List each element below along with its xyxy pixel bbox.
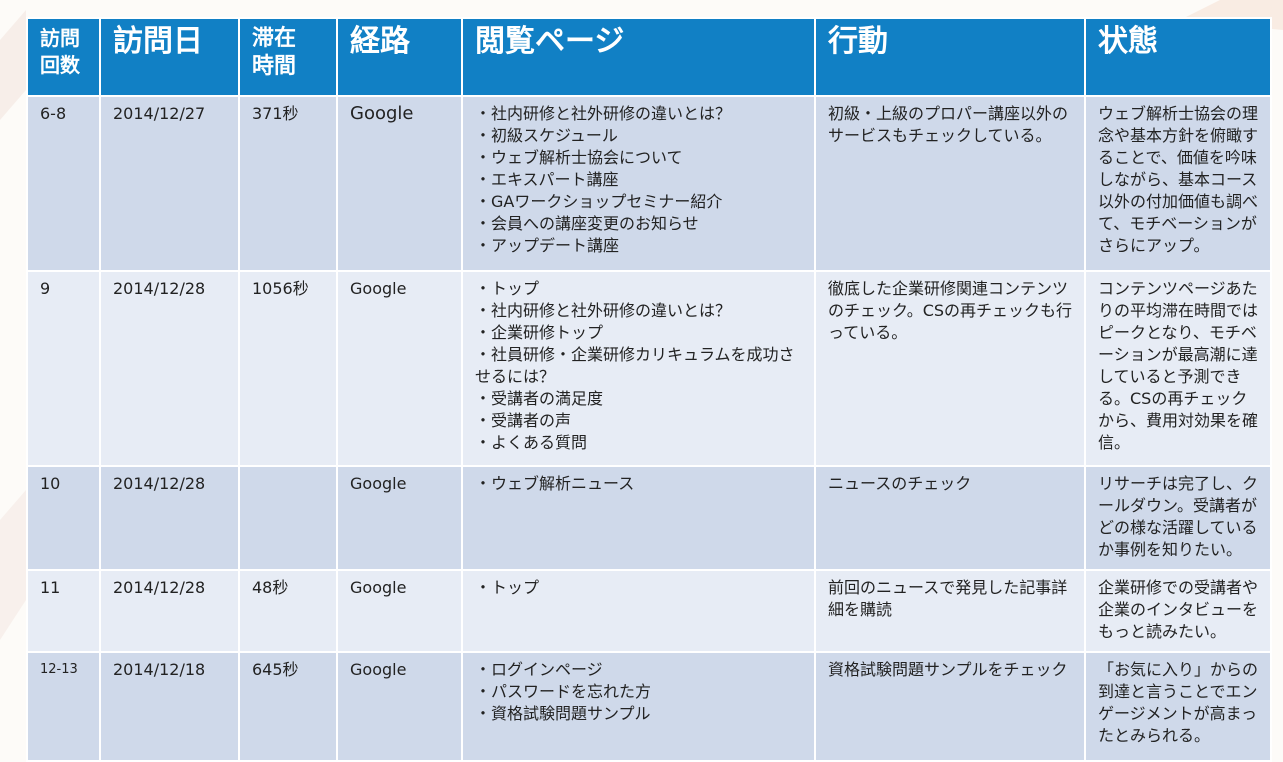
cell-action: ニュースのチェック [814,465,1086,571]
header-stay-time: 滞在 時間 [238,17,338,97]
cell-route: Google [336,465,463,571]
page-item: ・企業研修トップ [475,323,604,342]
cell-stay: 1056秒 [238,270,338,467]
cell-visits: 11 [26,569,101,653]
cell-pages: ・トップ ・社内研修と社外研修の違いとは？ ・企業研修トップ ・社員研修・企業研… [461,270,816,467]
page-item: ・トップ [475,578,540,597]
table-row: 12-13 2014/12/18 645秒 Google ・ログインページ ・パ… [26,651,1272,762]
cell-stay: 645秒 [238,651,338,762]
cell-action: 初級・上級のプロパー講座以外のサービスもチェックしている。 [814,95,1086,272]
cell-state: ウェブ解析士協会の理念や基本方針を俯瞰することで、価値を吟味しながら、基本コース… [1084,95,1272,272]
cell-date: 2014/12/28 [99,465,240,571]
page-item: ・GAワークショップセミナー紹介 [475,192,723,211]
header-state: 状態 [1084,17,1272,97]
header-visit-date: 訪問日 [99,17,240,97]
table-row: 9 2014/12/28 1056秒 Google ・トップ ・社内研修と社外研… [26,270,1272,467]
page-item: ・会員への講座変更のお知らせ [475,214,699,233]
cell-pages: ・ログインページ ・パスワードを忘れた方 ・資格試験問題サンプル [461,651,816,762]
cell-pages: ・ウェブ解析ニュース [461,465,816,571]
cell-date: 2014/12/28 [99,569,240,653]
cell-state: 「お気に入り」からの到達と言うことでエンゲージメントが高まったとみられる。 [1084,651,1272,762]
page-item: ・初級スケジュール [475,126,618,145]
cell-action: 資格試験問題サンプルをチェック [814,651,1086,762]
cell-visits: 9 [26,270,101,467]
cell-date: 2014/12/28 [99,270,240,467]
page-item: ・ログインページ [475,660,603,679]
cell-route: Google [336,95,463,272]
cell-state: リサーチは完了し、クールダウン。受講者がどの様な活躍しているか事例を知りたい。 [1084,465,1272,571]
table-row: 6-8 2014/12/27 371秒 Google ・社内研修と社外研修の違い… [26,95,1272,272]
page-item: ・エキスパート講座 [475,170,619,189]
cell-action: 前回のニュースで発見した記事詳細を購読 [814,569,1086,653]
visit-history-table: 訪問 回数 訪問日 滞在 時間 経路 閲覧ページ 行動 状態 6-8 2014/… [26,17,1272,762]
cell-state: 企業研修での受講者や企業のインタビューをもっと読みたい。 [1084,569,1272,653]
page-item: ・受講者の声 [475,411,572,430]
cell-pages: ・トップ [461,569,816,653]
visit-history-table-wrapper: 訪問 回数 訪問日 滞在 時間 経路 閲覧ページ 行動 状態 6-8 2014/… [26,17,1272,762]
page-item: ・トップ [475,279,540,298]
cell-stay [238,465,338,571]
page-item: ・ウェブ解析ニュース [475,474,635,493]
cell-route: Google [336,569,463,653]
page-item: ・ウェブ解析士協会について [475,148,683,167]
header-visits: 訪問 回数 [26,17,101,97]
cell-pages: ・社内研修と社外研修の違いとは？ ・初級スケジュール ・ウェブ解析士協会について… [461,95,816,272]
cell-visits: 6-8 [26,95,101,272]
page-item: ・よくある質問 [475,433,588,452]
table-row: 11 2014/12/28 48秒 Google ・トップ 前回のニュースで発見… [26,569,1272,653]
header-route: 経路 [336,17,463,97]
page-item: ・受講者の満足度 [475,389,604,408]
table-row: 10 2014/12/28 Google ・ウェブ解析ニュース ニュースのチェッ… [26,465,1272,571]
page-item: ・パスワードを忘れた方 [475,682,652,701]
header-action: 行動 [814,17,1086,97]
cell-date: 2014/12/27 [99,95,240,272]
cell-visits: 10 [26,465,101,571]
cell-route: Google [336,651,463,762]
cell-visits: 12-13 [26,651,101,762]
page-item: ・社員研修・企業研修カリキュラムを成功させるには？ [475,345,795,386]
page-item: ・アップデート講座 [475,236,620,255]
page-item: ・社内研修と社外研修の違いとは？ [475,104,732,123]
cell-action: 徹底した企業研修関連コンテンツのチェック。CSの再チェックも行っている。 [814,270,1086,467]
cell-stay: 48秒 [238,569,338,653]
cell-stay: 371秒 [238,95,338,272]
header-row: 訪問 回数 訪問日 滞在 時間 経路 閲覧ページ 行動 状態 [26,17,1272,97]
header-pages: 閲覧ページ [461,17,816,97]
cell-date: 2014/12/18 [99,651,240,762]
cell-state: コンテンツページあたりの平均滞在時間ではピークとなり、モチベーションが最高潮に達… [1084,270,1272,467]
cell-route: Google [336,270,463,467]
page-item: ・社内研修と社外研修の違いとは？ [475,301,732,320]
page-item: ・資格試験問題サンプル [475,704,651,723]
